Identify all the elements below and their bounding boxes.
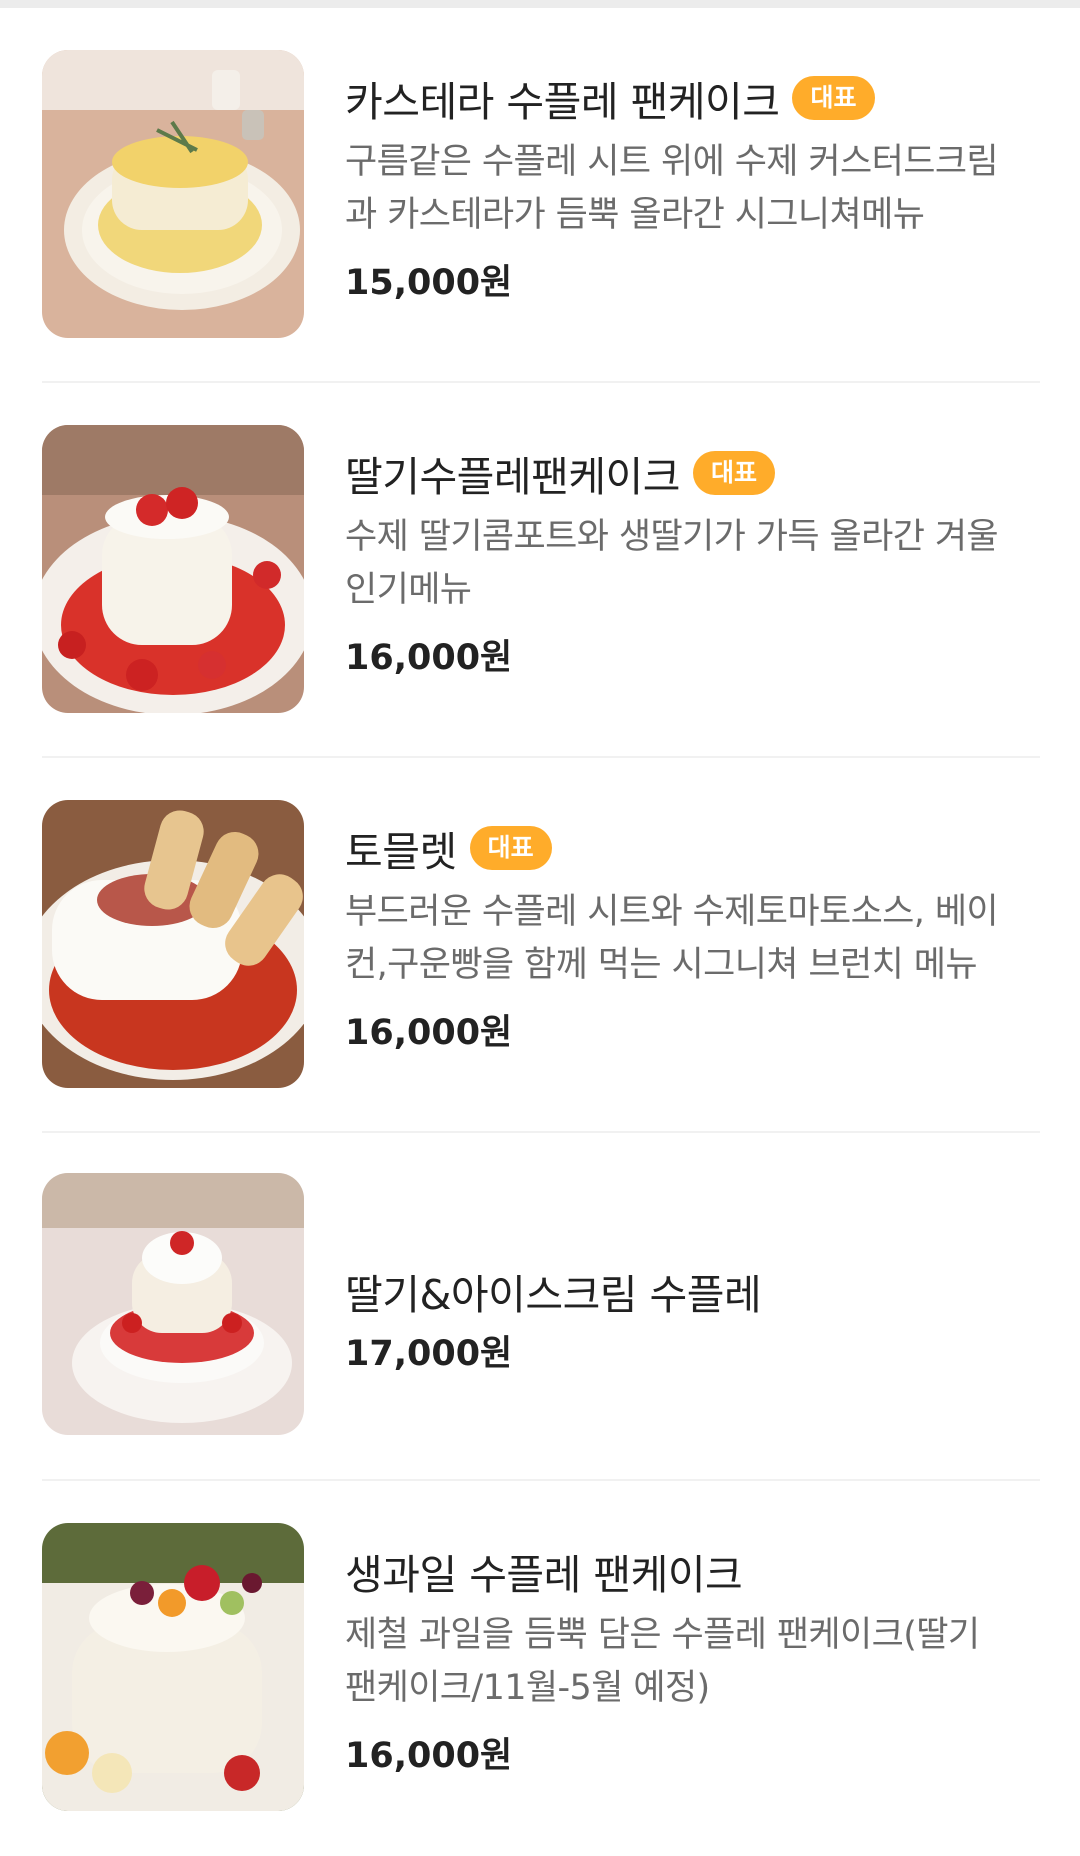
menu-item-title-row: 카스테라 수플레 팬케이크 대표: [345, 68, 1040, 128]
menu-item-info: 생과일 수플레 팬케이크 제철 과일을 듬뿍 담은 수플레 팬케이크(딸기 팬케…: [345, 1541, 1040, 1778]
menu-item-castella-souffle-pancake[interactable]: 카스테라 수플레 팬케이크 대표 구름같은 수플레 시트 위에 수제 커스터드크…: [42, 8, 1040, 383]
menu-list: 카스테라 수플레 팬케이크 대표 구름같은 수플레 시트 위에 수제 커스터드크…: [42, 8, 1040, 1856]
menu-item-photo: [42, 1523, 304, 1811]
menu-item-price: 15,000원: [345, 263, 513, 303]
top-divider: [0, 0, 1080, 8]
strawberry-icecream-image: [42, 1173, 304, 1435]
menu-item-name: 딸기수플레팬케이크: [345, 453, 680, 501]
menu-item-title-row: 생과일 수플레 팬케이크: [345, 1541, 1040, 1601]
menu-item-tomelette[interactable]: 토믈렛 대표 부드러운 수플레 시트와 수제토마토소스, 베이 컨,구운빵을 함…: [42, 758, 1040, 1133]
tomelette-image: [42, 800, 304, 1088]
description-line: 팬케이크/11월-5월 예정): [345, 1668, 710, 1708]
menu-item-description: 구름같은 수플레 시트 위에 수제 커스터드크림 과 카스테라가 듬뿍 올라간 …: [345, 136, 1045, 242]
menu-item-price: 17,000원: [345, 1334, 513, 1374]
menu-item-title-row: 토믈렛 대표: [345, 818, 1040, 878]
menu-item-photo: [42, 1173, 304, 1435]
menu-item-info: 토믈렛 대표 부드러운 수플레 시트와 수제토마토소스, 베이 컨,구운빵을 함…: [345, 818, 1040, 1055]
description-line: 수제 딸기콤포트와 생딸기가 가득 올라간 겨울: [345, 517, 999, 557]
description-line: 제철 과일을 듬뿍 담은 수플레 팬케이크(딸기: [345, 1615, 980, 1655]
menu-item-name: 딸기&아이스크림 수플레: [345, 1271, 762, 1319]
menu-item-price: 16,000원: [345, 638, 513, 678]
menu-item-strawberry-souffle-pancake[interactable]: 딸기수플레팬케이크 대표 수제 딸기콤포트와 생딸기가 가득 올라간 겨울 인기…: [42, 383, 1040, 758]
signature-badge: 대표: [469, 826, 552, 870]
signature-badge: 대표: [792, 76, 875, 120]
menu-item-description: 부드러운 수플레 시트와 수제토마토소스, 베이 컨,구운빵을 함께 먹는 시그…: [345, 886, 1045, 992]
menu-item-photo: [42, 425, 304, 713]
menu-item-info: 딸기&아이스크림 수플레 17,000원: [345, 1261, 1040, 1376]
menu-item-info: 딸기수플레팬케이크 대표 수제 딸기콤포트와 생딸기가 가득 올라간 겨울 인기…: [345, 443, 1040, 680]
signature-badge: 대표: [692, 451, 775, 495]
menu-item-description: 제철 과일을 듬뿍 담은 수플레 팬케이크(딸기 팬케이크/11월-5월 예정): [345, 1609, 1045, 1715]
fresh-fruit-pancake-image: [42, 1523, 304, 1811]
menu-item-price: 16,000원: [345, 1013, 513, 1053]
description-line: 과 카스테라가 듬뿍 올라간 시그니쳐메뉴: [345, 195, 925, 235]
description-line: 컨,구운빵을 함께 먹는 시그니쳐 브런치 메뉴: [345, 945, 978, 985]
menu-item-strawberry-icecream-souffle[interactable]: 딸기&아이스크림 수플레 17,000원: [42, 1133, 1040, 1481]
menu-item-fresh-fruit-souffle-pancake[interactable]: 생과일 수플레 팬케이크 제철 과일을 듬뿍 담은 수플레 팬케이크(딸기 팬케…: [42, 1481, 1040, 1856]
menu-item-title-row: 딸기&아이스크림 수플레: [345, 1261, 1040, 1321]
strawberry-pancake-image: [42, 425, 304, 713]
menu-item-name: 카스테라 수플레 팬케이크: [345, 78, 780, 126]
description-line: 구름같은 수플레 시트 위에 수제 커스터드크림: [345, 142, 999, 182]
castella-pancake-image: [42, 50, 304, 338]
menu-item-description: 수제 딸기콤포트와 생딸기가 가득 올라간 겨울 인기메뉴: [345, 511, 1045, 617]
description-line: 부드러운 수플레 시트와 수제토마토소스, 베이: [345, 892, 999, 932]
menu-item-photo: [42, 50, 304, 338]
menu-item-photo: [42, 800, 304, 1088]
menu-item-name: 토믈렛: [345, 828, 457, 876]
menu-item-info: 카스테라 수플레 팬케이크 대표 구름같은 수플레 시트 위에 수제 커스터드크…: [345, 68, 1040, 305]
menu-item-price: 16,000원: [345, 1736, 513, 1776]
menu-item-title-row: 딸기수플레팬케이크 대표: [345, 443, 1040, 503]
menu-item-name: 생과일 수플레 팬케이크: [345, 1551, 743, 1599]
description-line: 인기메뉴: [345, 570, 472, 610]
